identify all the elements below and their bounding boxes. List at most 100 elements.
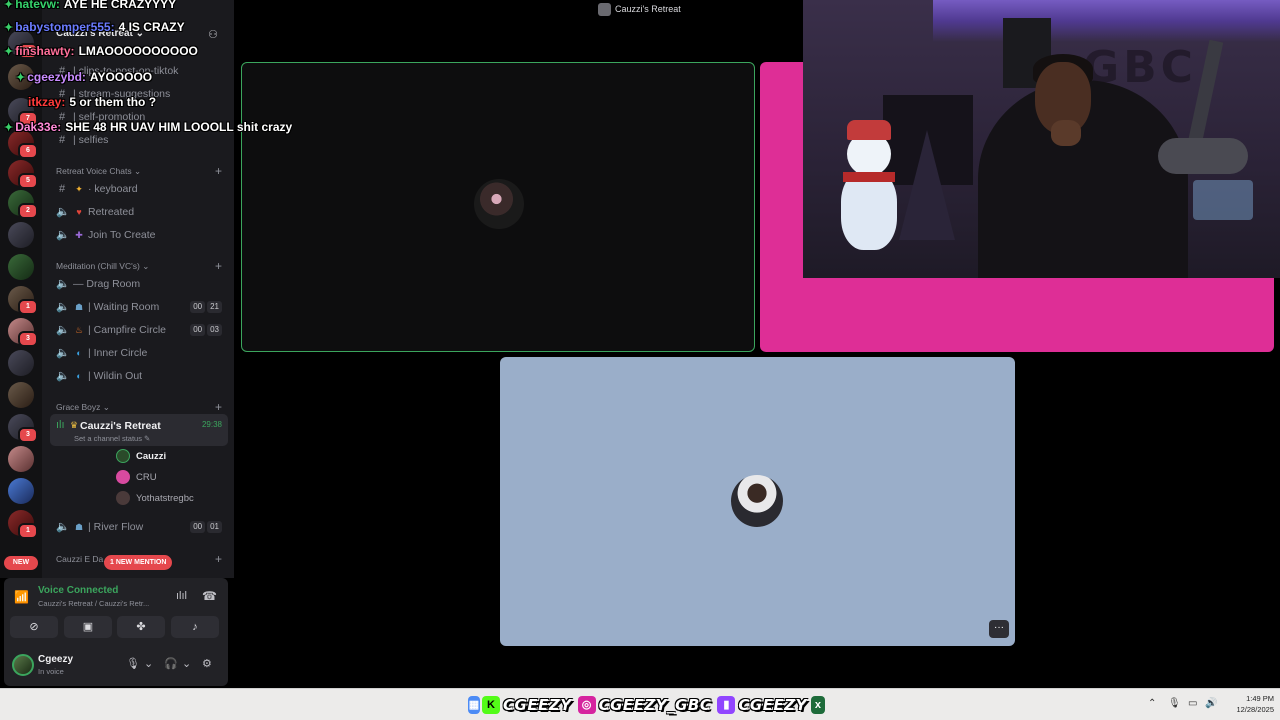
- server-rail: 16 7 6 5 2 1 3 3 1 NEW: [0, 0, 42, 578]
- video-tile-blue[interactable]: ···: [500, 357, 1015, 646]
- signal-icon[interactable]: 📶: [14, 590, 29, 604]
- call-timer: 29:38: [201, 420, 222, 429]
- user-avatar[interactable]: [12, 654, 34, 676]
- sparkle-badge-icon: ✦: [4, 46, 14, 58]
- gear-icon[interactable]: ⚙: [202, 657, 212, 670]
- screen-share-button[interactable]: ▣: [64, 616, 112, 638]
- voice-panel: 📶 Voice Connected Cauzzi's Retreat / Cau…: [4, 578, 228, 686]
- mention-badge: 3: [18, 427, 38, 443]
- chat-nick: cgeezybd:: [27, 70, 86, 84]
- chat-text: SHE 48 HR UAV HIM LOOOLL shit crazy: [65, 120, 293, 134]
- streamer-hand: [1051, 120, 1081, 146]
- add-channel-icon[interactable]: +: [215, 400, 222, 414]
- server-icon[interactable]: 2: [8, 190, 38, 219]
- wave-icon: ◐: [76, 371, 82, 381]
- heart-icon: ♥: [76, 207, 82, 217]
- server-icon[interactable]: 3: [8, 414, 38, 443]
- channel-retreated[interactable]: 🔈 ♥ Retreated: [56, 203, 228, 221]
- category-meditation[interactable]: Meditation (Chill VC's) ⌄ +: [56, 259, 228, 273]
- mic-tray-icon[interactable]: 🎙: [1168, 698, 1181, 709]
- soundboard-button[interactable]: ♪: [171, 616, 219, 638]
- category-grace-boyz[interactable]: Grace Boyz ⌄ +: [56, 400, 228, 414]
- sparkle-badge-icon: ✦: [4, 122, 14, 134]
- disconnect-icon[interactable]: ☎: [202, 589, 217, 603]
- sparkle-icon: ✦: [75, 184, 83, 194]
- server-icon[interactable]: 1: [8, 510, 38, 539]
- server-icon[interactable]: [8, 350, 34, 376]
- hash-icon: #: [58, 183, 66, 195]
- new-mention-pill[interactable]: 1 NEW MENTION: [104, 555, 173, 570]
- speaker-icon: 🔈: [56, 278, 70, 290]
- avatar: [116, 470, 130, 485]
- snowman: [841, 170, 897, 250]
- voice-status: Voice Connected: [38, 585, 119, 596]
- channel-drag-room[interactable]: 🔈 — Drag Room: [56, 275, 228, 293]
- channel-status-prompt[interactable]: Set a channel status ✎: [74, 434, 150, 443]
- stream-screen: 16 7 6 5 2 1 3 3 1 NEW Cauzzi's Retreat …: [0, 0, 1280, 720]
- display-icon[interactable]: ▭: [1188, 698, 1197, 709]
- category-retreat-voice[interactable]: Retreat Voice Chats ⌄ +: [56, 164, 228, 178]
- voice-channel-path[interactable]: Cauzzi's Retreat / Cauzzi's Retr...: [38, 599, 149, 608]
- username: Cgeezy: [38, 654, 74, 665]
- active-voice-channel[interactable]: ılı ♛ Cauzzi's Retreat Set a channel sta…: [50, 414, 228, 446]
- video-tile-speaking[interactable]: [241, 62, 755, 352]
- server-icon[interactable]: [8, 478, 34, 504]
- twitch-handle: CGEEZY: [738, 696, 807, 714]
- chat-message: ✦ babystomper555: 4 IS CRAZY: [4, 20, 185, 34]
- channel-keyboard[interactable]: # ✦ · keyboard: [56, 180, 228, 198]
- mic-icon[interactable]: 🎙: [126, 657, 140, 670]
- server-icon[interactable]: 3: [8, 318, 38, 347]
- instagram-icon: ◎: [577, 696, 596, 714]
- chat-message: itkzay: 5 or them tho ?: [28, 95, 156, 109]
- new-pill[interactable]: NEW: [4, 556, 38, 570]
- speaker-icon: 🔈: [56, 229, 70, 241]
- plus-icon: ✚: [75, 230, 83, 240]
- kick-icon: K: [482, 696, 500, 714]
- headphones-icon[interactable]: 🎧: [164, 657, 178, 670]
- channel-sidebar: Cauzzi's Retreat ⌄ ⚇ # | clips-to-post-on…: [42, 0, 234, 578]
- noise-suppression-icon[interactable]: ılıl: [176, 590, 187, 602]
- volume-icon[interactable]: 🔊: [1205, 698, 1217, 709]
- channel-inner-circle[interactable]: 🔈 ◐ | Inner Circle: [56, 344, 228, 362]
- channel-wildin-out[interactable]: 🔈 ◐ | Wildin Out: [56, 367, 228, 385]
- chat-text: AYOOOOO: [89, 70, 153, 84]
- chat-nick: hatevw:: [15, 0, 60, 11]
- avatar: [116, 491, 130, 506]
- sparkle-badge-icon: ✦: [4, 0, 14, 11]
- more-options-button[interactable]: ···: [989, 620, 1009, 638]
- channel-campfire-circle[interactable]: 🔈 ♨ | Campfire Circle 00 03: [56, 321, 228, 339]
- server-icon[interactable]: [8, 382, 34, 408]
- server-icon[interactable]: 1: [8, 286, 38, 315]
- activities-button[interactable]: ✤: [117, 616, 165, 638]
- mention-badge: 1: [18, 299, 38, 315]
- chat-nick: Dak33e:: [15, 120, 62, 134]
- add-channel-icon[interactable]: +: [215, 552, 222, 566]
- vc-member[interactable]: Yothatstregbc: [116, 490, 194, 508]
- sparkle-badge-icon: ✦: [16, 72, 26, 84]
- system-clock[interactable]: 1:49 PM 12/28/2025: [1226, 693, 1274, 715]
- camera-off-button[interactable]: ⊘: [10, 616, 58, 638]
- server-icon[interactable]: 5: [8, 160, 38, 189]
- server-icon[interactable]: [8, 222, 34, 248]
- chevron-down-icon[interactable]: ⌄: [182, 657, 191, 670]
- chevron-down-icon[interactable]: ⌄: [144, 657, 153, 670]
- crown-icon: ♛: [70, 420, 79, 430]
- add-channel-icon[interactable]: +: [215, 164, 222, 178]
- call-title: Cauzzi's Retreat: [598, 3, 681, 17]
- channel-waiting-room[interactable]: 🔈 ☗ | Waiting Room 00 21: [56, 298, 228, 316]
- add-channel-icon[interactable]: +: [215, 259, 222, 273]
- server-icon[interactable]: [8, 254, 34, 280]
- vc-member[interactable]: CRU: [116, 469, 157, 487]
- wave-icon: ◐: [76, 348, 82, 358]
- vc-member[interactable]: Cauzzi: [116, 448, 166, 466]
- chat-nick: babystomper555:: [15, 20, 115, 34]
- christmas-tree: [899, 130, 955, 240]
- channel-river-flow[interactable]: 🔈 ☗ | River Flow 00 01: [56, 518, 228, 536]
- windows-icon[interactable]: ▦: [468, 696, 480, 714]
- channel-join-to-create[interactable]: 🔈 ✚ Join To Create: [56, 226, 228, 244]
- add-member-icon[interactable]: ⚇: [206, 28, 220, 42]
- server-icon[interactable]: [8, 446, 34, 472]
- excel-icon[interactable]: x: [810, 696, 825, 714]
- mention-badge: 2: [18, 203, 38, 219]
- chevron-up-icon[interactable]: ⌃: [1148, 698, 1156, 709]
